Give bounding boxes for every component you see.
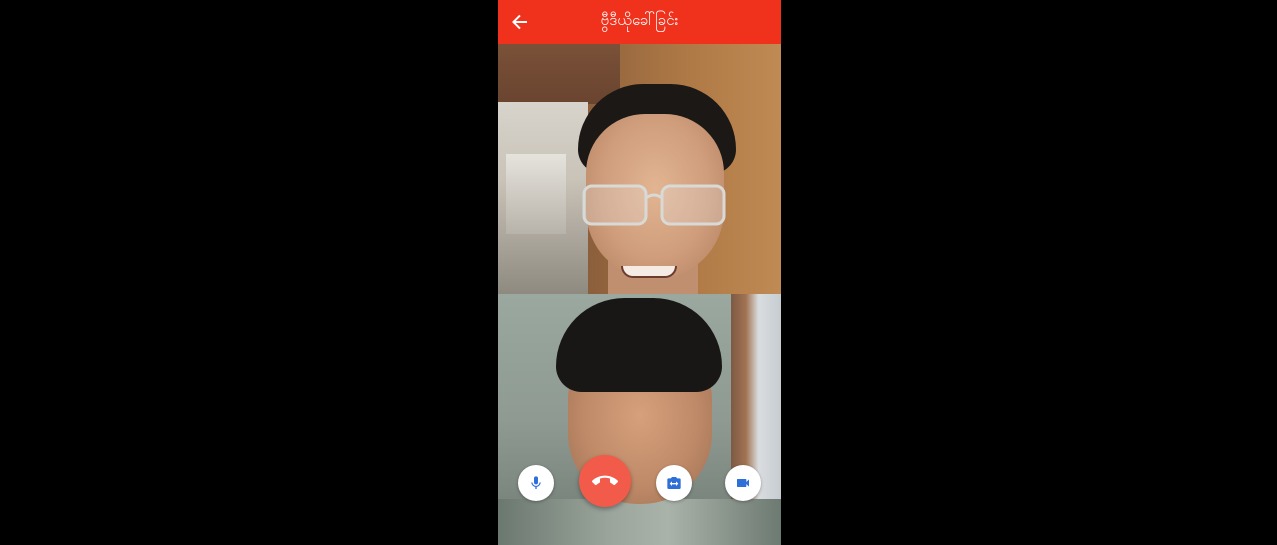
call-controls	[498, 455, 781, 508]
app-bar: ဗွီဒီယိုခေါ်ခြင်း	[498, 0, 781, 44]
page-title: ဗွီဒီယိုခေါ်ခြင်း	[600, 11, 679, 29]
microphone-icon	[531, 476, 541, 489]
phone-hangup-icon	[592, 475, 618, 486]
video-camera-icon	[737, 479, 749, 487]
glasses	[582, 184, 726, 226]
switch-camera-button[interactable]	[656, 465, 692, 501]
remote-video-feed	[498, 44, 781, 294]
camera-switch-icon	[667, 477, 681, 489]
end-call-button[interactable]	[579, 455, 631, 507]
back-button[interactable]	[508, 10, 532, 34]
arrow-back-icon	[512, 14, 527, 30]
microphone-button[interactable]	[518, 465, 554, 501]
screen-background: ဗွီဒီယိုခေါ်ခြင်း	[0, 0, 1277, 545]
phone-screen: ဗွီဒီယိုခေါ်ခြင်း	[498, 0, 781, 545]
video-toggle-button[interactable]	[725, 465, 761, 501]
